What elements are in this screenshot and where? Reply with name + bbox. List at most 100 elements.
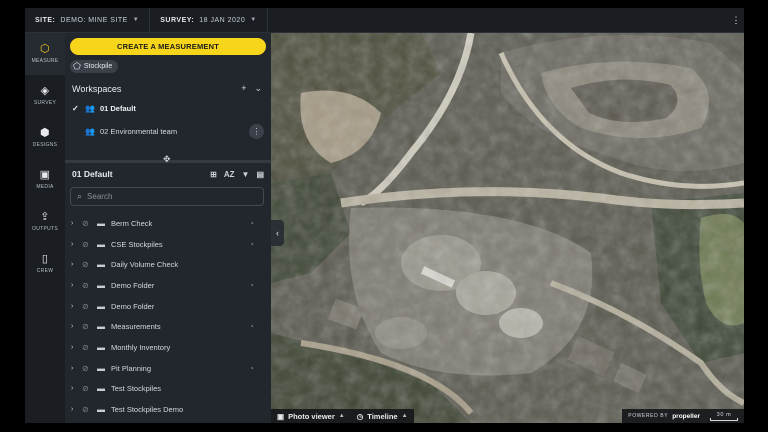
hidden-eye-icon[interactable]: ⊘ [82, 302, 92, 311]
folder-icon: ▬ [97, 342, 105, 352]
folder-icon: ▬ [97, 218, 105, 228]
item-label: Demo Folder [111, 280, 155, 290]
folder-icon: ▬ [97, 260, 105, 270]
rail-item-measure[interactable]: ⬡ MEASURE [25, 33, 65, 75]
image-icon: ▣ [277, 411, 285, 421]
list-item[interactable]: › ⊘ ▬ Measurements ◔ [65, 316, 271, 337]
collapse-panel-button[interactable]: ‹ [271, 220, 284, 246]
chevron-right-icon[interactable]: › [71, 261, 77, 268]
add-folder-icon[interactable]: ⊞ [210, 170, 217, 179]
hidden-eye-icon[interactable]: ⊘ [82, 343, 92, 352]
search-icon: ⌕ [77, 191, 83, 201]
rail-label: MEDIA [36, 184, 54, 190]
workspace-label: 02 Environmental team [99, 127, 178, 136]
powered-by-badge: POWERED BY propeller 30 m [622, 409, 744, 423]
shared-icon: ◔ [249, 322, 254, 332]
chevron-right-icon[interactable]: › [71, 385, 77, 392]
workspaces-header: Workspaces + ⌄ [72, 83, 262, 94]
sort-icon[interactable]: AZ [224, 170, 235, 179]
rail-label: MEASURE [31, 58, 59, 64]
list-item[interactable]: › ⊘ ▬ Pit Planning ◔ [65, 358, 271, 379]
folder-icon: ▬ [97, 384, 105, 394]
users-icon: 👥 [85, 127, 95, 136]
chevron-right-icon[interactable]: › [71, 303, 77, 310]
folder-icon: ▬ [97, 363, 105, 373]
folder-icon: ▬ [97, 301, 105, 311]
chevron-right-icon[interactable]: › [71, 344, 77, 351]
list-item[interactable]: › ⊘ ▬ Berm Check ◔ [65, 213, 271, 234]
chevron-right-icon[interactable]: › [71, 220, 77, 227]
map-footer: ▣ Photo viewer ▲ ◷ Timeline ▲ POWERED BY… [271, 409, 744, 423]
more-icon[interactable]: ⋮ [249, 124, 264, 139]
list-item[interactable]: › ⊘ ▬ CSE Stockpiles ◔ [65, 234, 271, 255]
filter-icon[interactable]: ▼ [242, 170, 250, 179]
survey-selector[interactable]: SURVEY: 18 JAN 2020 ▼ [150, 8, 268, 32]
hidden-eye-icon[interactable]: ⊘ [82, 384, 92, 393]
stockpile-chip[interactable]: ⬠ Stockpile [70, 60, 119, 73]
list-item[interactable]: › ⊘ ▬ Test Stockpiles [65, 379, 271, 400]
scale-bar: 30 m [710, 412, 738, 421]
workspace-item[interactable]: 👥 02 Environmental team ⋮ [72, 124, 264, 139]
list-item[interactable]: › ⊘ ▬ Monthly Inventory [65, 337, 271, 358]
hidden-eye-icon[interactable]: ⊘ [82, 260, 92, 269]
menu-icon[interactable]: ⋮ [732, 15, 745, 26]
folder-icon: ▬ [97, 322, 105, 332]
site-value: DEMO: MINE SITE [60, 16, 128, 24]
aerial-imagery [271, 33, 744, 423]
phone-icon: ▯ [41, 253, 49, 265]
add-icon[interactable]: + [241, 83, 246, 94]
stockpile-icon: ⬠ [73, 61, 81, 71]
shared-icon: ◔ [249, 218, 254, 228]
rail-item-media[interactable]: ▣ MEDIA [25, 159, 65, 201]
search-input[interactable] [87, 192, 248, 201]
hidden-eye-icon[interactable]: ⊘ [82, 281, 92, 290]
hidden-eye-icon[interactable]: ⊘ [82, 322, 92, 331]
item-label: Monthly Inventory [111, 342, 171, 352]
rail-item-survey[interactable]: ◈ SURVEY [25, 75, 65, 117]
top-bar: SITE: DEMO: MINE SITE ▼ SURVEY: 18 JAN 2… [25, 8, 744, 33]
rail-item-outputs[interactable]: ⇪ OUTPUTS [25, 201, 65, 243]
workspace-item[interactable]: ✓ 👥 01 Default [72, 104, 264, 113]
list-item[interactable]: › ⊘ ▬ Test Stockpiles Demo [65, 399, 271, 420]
list-item[interactable]: › ⊘ ▬ Demo Folder [65, 296, 271, 317]
rail-item-crew[interactable]: ▯ CREW [25, 243, 65, 285]
chevron-right-icon[interactable]: › [71, 365, 77, 372]
chevron-right-icon[interactable]: › [71, 241, 77, 248]
chevron-down-icon[interactable]: ⌄ [254, 83, 262, 94]
list-item[interactable]: › ⊘ ▬ Demo Folder ◔ [65, 275, 271, 296]
item-label: Daily Volume Check [111, 260, 179, 270]
side-rail: ⬡ MEASURE ◈ SURVEY ⬢ DESIGNS ▣ MEDIA ⇪ O… [25, 33, 66, 423]
layers-icon: ◈ [40, 85, 50, 97]
hidden-eye-icon[interactable]: ⊘ [82, 240, 92, 249]
users-icon: 👥 [85, 104, 95, 113]
item-label: Test Stockpiles [111, 384, 162, 394]
rail-label: OUTPUTS [32, 226, 58, 232]
drag-handle-icon[interactable]: ✥ [163, 154, 171, 165]
hidden-eye-icon[interactable]: ⊘ [82, 219, 92, 228]
photo-viewer-button[interactable]: ▣ Photo viewer ▲ [271, 409, 351, 423]
hidden-eye-icon[interactable]: ⊘ [82, 405, 92, 414]
chevron-right-icon[interactable]: › [71, 282, 77, 289]
folder-header: 01 Default ⊞ AZ ▼ ▤ [72, 169, 264, 179]
folder-icon[interactable]: ▤ [256, 170, 264, 179]
search-field[interactable]: ⌕ [70, 187, 264, 206]
list-item[interactable]: › ⊘ ▬ Daily Volume Check [65, 254, 271, 275]
rail-item-designs[interactable]: ⬢ DESIGNS [25, 117, 65, 159]
chevron-right-icon[interactable]: › [71, 323, 77, 330]
workspace-label: 01 Default [99, 104, 136, 113]
shared-icon: ◔ [249, 363, 254, 373]
site-label: SITE: [35, 16, 56, 24]
map-view[interactable] [271, 33, 744, 423]
measure-icon: ⬡ [40, 43, 50, 55]
folder-icon: ▬ [97, 405, 105, 415]
chevron-right-icon[interactable]: › [71, 406, 77, 413]
create-measurement-button[interactable]: CREATE A MEASUREMENT [70, 38, 266, 55]
item-label: Measurements [111, 322, 161, 332]
chip-label: Stockpile [83, 63, 113, 70]
site-selector[interactable]: SITE: DEMO: MINE SITE ▼ [25, 8, 151, 32]
hidden-eye-icon[interactable]: ⊘ [82, 364, 92, 373]
timeline-button[interactable]: ◷ Timeline ▲ [350, 409, 414, 423]
item-label: Test Stockpiles Demo [111, 405, 184, 415]
measure-panel: CREATE A MEASUREMENT ⬠ Stockpile Workspa… [65, 33, 271, 423]
survey-value: 18 JAN 2020 [199, 16, 246, 24]
